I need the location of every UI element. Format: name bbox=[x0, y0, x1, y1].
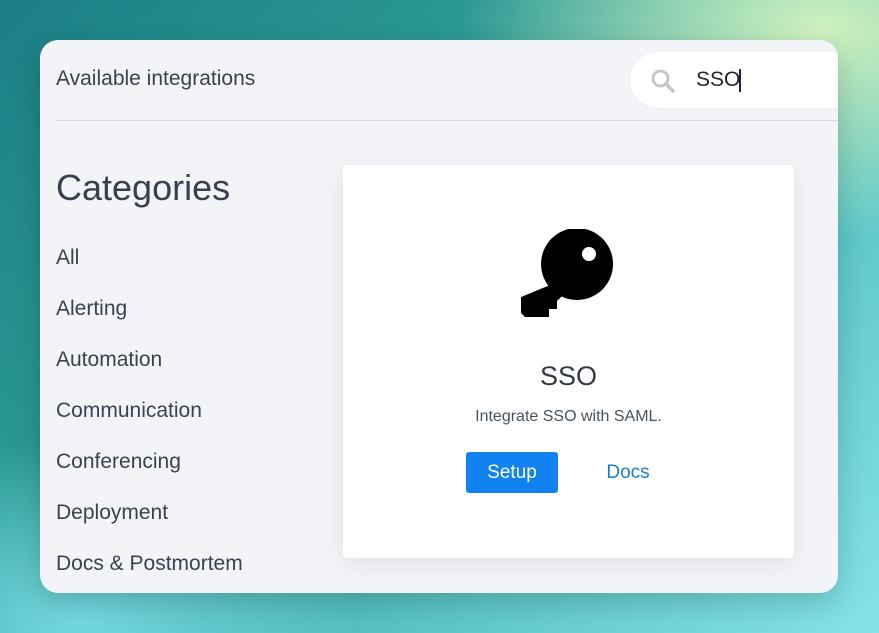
search-icon bbox=[651, 69, 675, 93]
integration-card-sso: SSO Integrate SSO with SAML. Setup Docs bbox=[343, 165, 794, 558]
text-caret bbox=[739, 69, 741, 92]
category-item-deployment[interactable]: Deployment bbox=[56, 498, 243, 549]
header-divider bbox=[56, 120, 838, 121]
integrations-window: Available integrations Categories All Al… bbox=[40, 40, 838, 593]
integration-description: Integrate SSO with SAML. bbox=[475, 408, 662, 425]
search-input[interactable] bbox=[696, 62, 838, 98]
categories-heading: Categories bbox=[56, 167, 231, 208]
integration-title: SSO bbox=[539, 361, 598, 391]
setup-button[interactable]: Setup bbox=[466, 452, 558, 493]
category-item-all[interactable]: All bbox=[56, 243, 243, 294]
category-item-docs-postmortem[interactable]: Docs & Postmortem bbox=[56, 549, 243, 593]
search-box[interactable] bbox=[630, 52, 838, 108]
category-item-conferencing[interactable]: Conferencing bbox=[56, 447, 243, 498]
category-item-alerting[interactable]: Alerting bbox=[56, 294, 243, 345]
page-title: Available integrations bbox=[56, 67, 256, 90]
category-item-automation[interactable]: Automation bbox=[56, 345, 243, 396]
category-item-communication[interactable]: Communication bbox=[56, 396, 243, 447]
category-list: All Alerting Automation Communication Co… bbox=[56, 243, 243, 593]
key-icon bbox=[521, 229, 613, 317]
docs-link[interactable]: Docs bbox=[587, 452, 669, 493]
